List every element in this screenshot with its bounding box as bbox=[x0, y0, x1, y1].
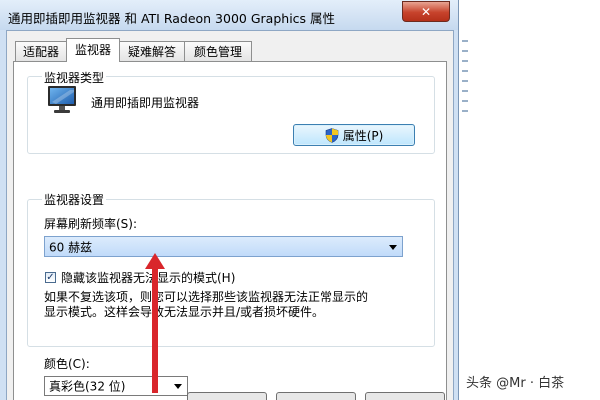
properties-window: 通用即插即用监视器 和 ATI Radeon 3000 Graphics 属性 … bbox=[0, 0, 459, 400]
tab-troubleshoot[interactable]: 疑难解答 bbox=[119, 41, 185, 61]
refresh-rate-value: 60 赫兹 bbox=[49, 240, 93, 254]
annotation-arrow-icon bbox=[143, 253, 167, 393]
tab-adapter[interactable]: 适配器 bbox=[15, 41, 67, 61]
cancel-button[interactable] bbox=[276, 392, 356, 400]
color-value: 真彩色(32 位) bbox=[49, 379, 126, 394]
monitor-icon bbox=[46, 84, 80, 116]
hide-modes-checkbox[interactable]: ✓ bbox=[45, 272, 56, 283]
tab-label: 适配器 bbox=[22, 45, 59, 59]
background-area bbox=[459, 0, 600, 400]
close-button[interactable]: ✕ bbox=[402, 1, 450, 22]
tab-label: 颜色管理 bbox=[193, 45, 242, 59]
watermark: 头条 @Mr · 白茶 bbox=[466, 376, 565, 391]
window-title: 通用即插即用监视器 和 ATI Radeon 3000 Graphics 属性 bbox=[8, 11, 336, 26]
apply-button[interactable] bbox=[365, 392, 445, 400]
dialog-client-area: 适配器 监视器 疑难解答 颜色管理 监视器类型 通用即插即用监视器 属性(P) … bbox=[6, 30, 454, 400]
title-bar[interactable]: 通用即插即用监视器 和 ATI Radeon 3000 Graphics 属性 … bbox=[0, 0, 458, 30]
color-label: 颜色(C): bbox=[44, 357, 90, 371]
monitor-name: 通用即插即用监视器 bbox=[91, 96, 200, 110]
hide-modes-description-line2: 显示模式。这样会导致无法显示并且/或者损坏硬件。 bbox=[44, 305, 325, 319]
monitor-settings-group-label: 监视器设置 bbox=[42, 191, 107, 208]
refresh-rate-label: 屏幕刷新频率(S): bbox=[44, 217, 138, 231]
chevron-down-icon bbox=[389, 244, 397, 250]
uac-shield-icon bbox=[325, 127, 339, 143]
refresh-rate-dropdown[interactable]: 60 赫兹 bbox=[44, 236, 403, 257]
chevron-down-icon bbox=[174, 384, 182, 389]
properties-button[interactable]: 属性(P) bbox=[293, 124, 415, 146]
tab-monitor[interactable]: 监视器 bbox=[66, 38, 120, 62]
tab-color-management[interactable]: 颜色管理 bbox=[184, 41, 252, 61]
properties-button-label: 属性(P) bbox=[342, 128, 384, 143]
close-icon: ✕ bbox=[420, 4, 432, 19]
tab-label: 监视器 bbox=[74, 43, 111, 57]
monitor-tab-panel: 监视器类型 通用即插即用监视器 属性(P) 监视器设置 屏幕刷新频率(S): 6… bbox=[13, 61, 447, 400]
ok-button[interactable] bbox=[187, 392, 267, 400]
tab-label: 疑难解答 bbox=[127, 45, 176, 59]
background-scroll-marks bbox=[462, 40, 468, 120]
